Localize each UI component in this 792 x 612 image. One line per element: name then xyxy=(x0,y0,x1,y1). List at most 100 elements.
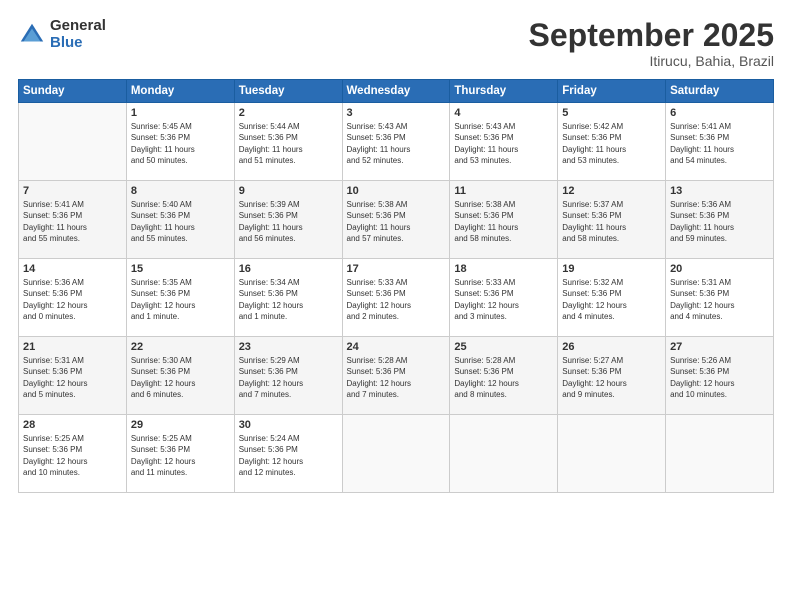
subtitle: Itirucu, Bahia, Brazil xyxy=(529,53,774,69)
day-info: Sunrise: 5:32 AM Sunset: 5:36 PM Dayligh… xyxy=(562,277,661,322)
day-number: 17 xyxy=(347,263,446,275)
day-info: Sunrise: 5:45 AM Sunset: 5:36 PM Dayligh… xyxy=(131,121,230,166)
day-cell: 5 Sunrise: 5:42 AM Sunset: 5:36 PM Daylig… xyxy=(558,103,666,181)
header: General Blue September 2025 Itirucu, Bah… xyxy=(18,18,774,69)
day-info: Sunrise: 5:25 AM Sunset: 5:36 PM Dayligh… xyxy=(23,433,122,478)
header-cell-sunday: Sunday xyxy=(19,80,127,103)
day-number: 10 xyxy=(347,185,446,197)
day-cell: 18 Sunrise: 5:33 AM Sunset: 5:36 PM Dayli… xyxy=(450,259,558,337)
day-number: 6 xyxy=(670,107,769,119)
day-number: 15 xyxy=(131,263,230,275)
header-cell-monday: Monday xyxy=(126,80,234,103)
day-cell xyxy=(19,103,127,181)
day-number: 2 xyxy=(239,107,338,119)
day-cell: 4Sunrise: 5:43 AM Sunset: 5:36 PM Daylig… xyxy=(450,103,558,181)
day-info: Sunrise: 5:37 AM Sunset: 5:36 PM Dayligh… xyxy=(562,199,661,244)
day-info: Sunrise: 5:44 AM Sunset: 5:36 PM Dayligh… xyxy=(239,121,338,166)
week-row-3: 21Sunrise: 5:31 AM Sunset: 5:36 PM Dayli… xyxy=(19,337,774,415)
day-number: 25 xyxy=(454,341,553,353)
day-info: Sunrise: 5:36 AM Sunset: 5:36 PM Dayligh… xyxy=(23,277,122,322)
day-number: 13 xyxy=(670,185,769,197)
day-info: Sunrise: 5:31 AM Sunset: 5:36 PM Dayligh… xyxy=(23,355,122,400)
day-cell: 28 Sunrise: 5:25 AM Sunset: 5:36 PM Dayli… xyxy=(19,415,127,493)
day-info: Sunrise: 5:24 AM Sunset: 5:36 PM Dayligh… xyxy=(239,433,338,478)
logo-icon xyxy=(18,21,46,49)
day-number: 9 xyxy=(239,185,338,197)
day-cell: 29 Sunrise: 5:25 AM Sunset: 5:36 PM Dayli… xyxy=(126,415,234,493)
day-number: 18 xyxy=(454,263,553,275)
day-cell: 7Sunrise: 5:41 AM Sunset: 5:36 PM Daylig… xyxy=(19,181,127,259)
day-cell: 22 Sunrise: 5:30 AM Sunset: 5:36 PM Dayli… xyxy=(126,337,234,415)
day-info: Sunrise: 5:33 AM Sunset: 5:36 PM Dayligh… xyxy=(454,277,553,322)
day-number: 27 xyxy=(670,341,769,353)
day-number: 8 xyxy=(131,185,230,197)
day-number: 28 xyxy=(23,419,122,431)
logo: General Blue xyxy=(18,18,106,51)
week-row-1: 7Sunrise: 5:41 AM Sunset: 5:36 PM Daylig… xyxy=(19,181,774,259)
day-info: Sunrise: 5:28 AM Sunset: 5:36 PM Dayligh… xyxy=(347,355,446,400)
week-row-0: 1Sunrise: 5:45 AM Sunset: 5:36 PM Daylig… xyxy=(19,103,774,181)
day-cell xyxy=(558,415,666,493)
day-number: 26 xyxy=(562,341,661,353)
day-number: 11 xyxy=(454,185,553,197)
day-info: Sunrise: 5:40 AM Sunset: 5:36 PM Dayligh… xyxy=(131,199,230,244)
day-info: Sunrise: 5:41 AM Sunset: 5:36 PM Dayligh… xyxy=(670,121,769,166)
month-title: September 2025 xyxy=(529,18,774,53)
day-info: Sunrise: 5:38 AM Sunset: 5:36 PM Dayligh… xyxy=(347,199,446,244)
day-cell: 12Sunrise: 5:37 AM Sunset: 5:36 PM Dayli… xyxy=(558,181,666,259)
day-cell: 10 Sunrise: 5:38 AM Sunset: 5:36 PM Dayli… xyxy=(342,181,450,259)
title-block: September 2025 Itirucu, Bahia, Brazil xyxy=(529,18,774,69)
day-number: 5 xyxy=(562,107,661,119)
day-info: Sunrise: 5:27 AM Sunset: 5:36 PM Dayligh… xyxy=(562,355,661,400)
day-cell: 30 Sunrise: 5:24 AM Sunset: 5:36 PM Dayli… xyxy=(234,415,342,493)
day-cell: 24 Sunrise: 5:28 AM Sunset: 5:36 PM Dayli… xyxy=(342,337,450,415)
header-cell-friday: Friday xyxy=(558,80,666,103)
day-cell: 15 Sunrise: 5:35 AM Sunset: 5:36 PM Dayli… xyxy=(126,259,234,337)
day-cell xyxy=(666,415,774,493)
logo-blue: Blue xyxy=(50,35,106,52)
day-cell: 25 Sunrise: 5:28 AM Sunset: 5:36 PM Dayli… xyxy=(450,337,558,415)
day-info: Sunrise: 5:39 AM Sunset: 5:36 PM Dayligh… xyxy=(239,199,338,244)
day-cell: 20Sunrise: 5:31 AM Sunset: 5:36 PM Dayli… xyxy=(666,259,774,337)
day-info: Sunrise: 5:34 AM Sunset: 5:36 PM Dayligh… xyxy=(239,277,338,322)
day-number: 14 xyxy=(23,263,122,275)
day-info: Sunrise: 5:28 AM Sunset: 5:36 PM Dayligh… xyxy=(454,355,553,400)
page: General Blue September 2025 Itirucu, Bah… xyxy=(0,0,792,612)
day-cell: 14 Sunrise: 5:36 AM Sunset: 5:36 PM Dayli… xyxy=(19,259,127,337)
day-cell: 1Sunrise: 5:45 AM Sunset: 5:36 PM Daylig… xyxy=(126,103,234,181)
day-cell: 9 Sunrise: 5:39 AM Sunset: 5:36 PM Daylig… xyxy=(234,181,342,259)
day-info: Sunrise: 5:25 AM Sunset: 5:36 PM Dayligh… xyxy=(131,433,230,478)
day-info: Sunrise: 5:35 AM Sunset: 5:36 PM Dayligh… xyxy=(131,277,230,322)
day-cell: 19 Sunrise: 5:32 AM Sunset: 5:36 PM Dayli… xyxy=(558,259,666,337)
day-cell: 17Sunrise: 5:33 AM Sunset: 5:36 PM Dayli… xyxy=(342,259,450,337)
header-cell-thursday: Thursday xyxy=(450,80,558,103)
header-cell-tuesday: Tuesday xyxy=(234,80,342,103)
day-info: Sunrise: 5:42 AM Sunset: 5:36 PM Dayligh… xyxy=(562,121,661,166)
day-info: Sunrise: 5:31 AM Sunset: 5:36 PM Dayligh… xyxy=(670,277,769,322)
day-cell: 2 Sunrise: 5:44 AM Sunset: 5:36 PM Daylig… xyxy=(234,103,342,181)
day-cell: 13 Sunrise: 5:36 AM Sunset: 5:36 PM Dayli… xyxy=(666,181,774,259)
day-info: Sunrise: 5:38 AM Sunset: 5:36 PM Dayligh… xyxy=(454,199,553,244)
header-cell-saturday: Saturday xyxy=(666,80,774,103)
day-number: 24 xyxy=(347,341,446,353)
day-number: 29 xyxy=(131,419,230,431)
day-info: Sunrise: 5:43 AM Sunset: 5:36 PM Dayligh… xyxy=(347,121,446,166)
day-number: 3 xyxy=(347,107,446,119)
day-info: Sunrise: 5:26 AM Sunset: 5:36 PM Dayligh… xyxy=(670,355,769,400)
day-info: Sunrise: 5:30 AM Sunset: 5:36 PM Dayligh… xyxy=(131,355,230,400)
day-cell: 23Sunrise: 5:29 AM Sunset: 5:36 PM Dayli… xyxy=(234,337,342,415)
day-cell xyxy=(342,415,450,493)
day-number: 22 xyxy=(131,341,230,353)
day-number: 7 xyxy=(23,185,122,197)
day-cell: 21Sunrise: 5:31 AM Sunset: 5:36 PM Dayli… xyxy=(19,337,127,415)
day-cell: 11 Sunrise: 5:38 AM Sunset: 5:36 PM Dayli… xyxy=(450,181,558,259)
day-cell: 6 Sunrise: 5:41 AM Sunset: 5:36 PM Daylig… xyxy=(666,103,774,181)
week-row-4: 28 Sunrise: 5:25 AM Sunset: 5:36 PM Dayli… xyxy=(19,415,774,493)
week-row-2: 14 Sunrise: 5:36 AM Sunset: 5:36 PM Dayli… xyxy=(19,259,774,337)
day-info: Sunrise: 5:36 AM Sunset: 5:36 PM Dayligh… xyxy=(670,199,769,244)
calendar-table: SundayMondayTuesdayWednesdayThursdayFrid… xyxy=(18,79,774,493)
day-number: 19 xyxy=(562,263,661,275)
day-number: 30 xyxy=(239,419,338,431)
header-cell-wednesday: Wednesday xyxy=(342,80,450,103)
day-cell: 16Sunrise: 5:34 AM Sunset: 5:36 PM Dayli… xyxy=(234,259,342,337)
